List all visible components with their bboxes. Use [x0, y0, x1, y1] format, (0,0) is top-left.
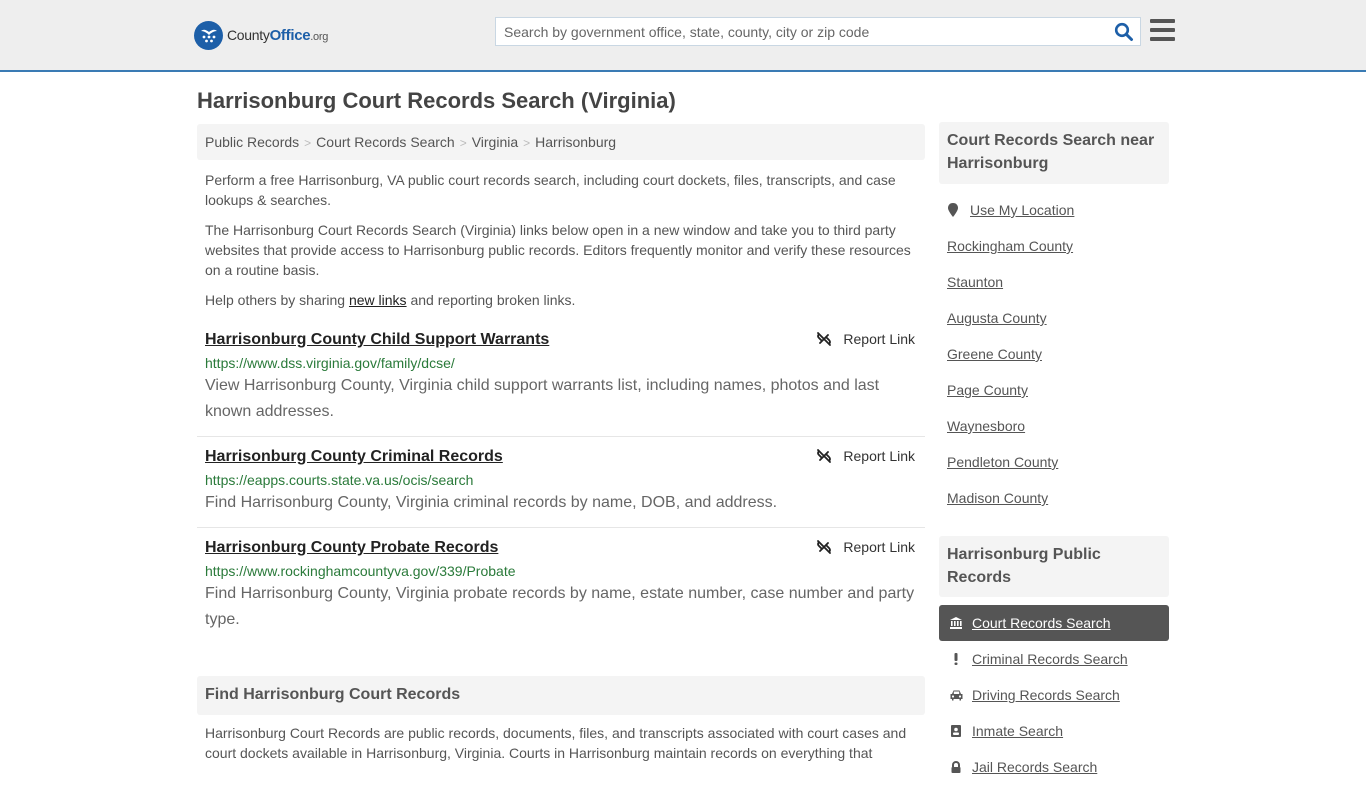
result-item: Harrisonburg County Criminal Records Rep…: [197, 448, 925, 516]
result-url: https://eapps.courts.state.va.us/ocis/se…: [205, 472, 474, 488]
intro-text: Perform a free Harrisonburg, VA public c…: [205, 170, 920, 320]
report-link-label: Report Link: [843, 448, 915, 464]
site-logo[interactable]: CountyOffice.org: [194, 20, 328, 50]
breadcrumb-court-records-search[interactable]: Court Records Search: [316, 134, 455, 150]
courthouse-icon: [948, 615, 964, 631]
logo-wordmark: CountyOffice.org: [227, 27, 328, 44]
search-button[interactable]: [1114, 22, 1134, 42]
sidebar-item-inmate-search[interactable]: Inmate Search: [939, 713, 1169, 749]
intro-paragraph-3: Help others by sharing new links and rep…: [205, 290, 920, 310]
result-description: Find Harrisonburg County, Virginia crimi…: [205, 494, 778, 511]
search-input[interactable]: [496, 18, 1106, 45]
search-box: [495, 17, 1141, 46]
breadcrumb-separator: >: [459, 136, 467, 150]
map-pin-icon: [948, 203, 958, 217]
intro-help-text-end: and reporting broken links.: [406, 292, 576, 308]
sidebar-item-label[interactable]: Court Records Search: [972, 615, 1111, 631]
result-description: View Harrisonburg County, Virginia child…: [205, 377, 880, 420]
breadcrumb-virginia[interactable]: Virginia: [472, 134, 518, 150]
new-links-link[interactable]: new links: [349, 292, 407, 308]
result-item: Harrisonburg County Probate Records Repo…: [197, 539, 925, 633]
exclamation-icon: [948, 651, 964, 667]
report-link-button[interactable]: Report Link: [816, 448, 915, 464]
sidebar-item-label[interactable]: Driving Records Search: [972, 687, 1120, 703]
find-court-records-heading: Find Harrisonburg Court Records: [197, 676, 925, 715]
search-icon: [1114, 22, 1133, 41]
nearby-heading: Court Records Search near Harrisonburg: [939, 122, 1169, 184]
id-badge-icon: [948, 723, 964, 739]
breadcrumb-harrisonburg[interactable]: Harrisonburg: [535, 134, 616, 150]
logo-office-text: Office: [269, 26, 311, 44]
broken-link-icon: [817, 449, 832, 463]
result-title-link[interactable]: Harrisonburg County Probate Records: [205, 539, 498, 557]
eagle-stars-logo-icon: [194, 20, 223, 50]
top-header: CountyOffice.org: [0, 0, 1366, 72]
page-title: Harrisonburg Court Records Search (Virgi…: [197, 88, 676, 113]
nearby-link[interactable]: Staunton: [947, 274, 1003, 290]
sidebar-item-criminal-records-search[interactable]: Criminal Records Search: [939, 641, 1169, 677]
broken-link-icon: [817, 332, 832, 346]
nearby-link[interactable]: Greene County: [947, 346, 1042, 362]
intro-paragraph-1: Perform a free Harrisonburg, VA public c…: [205, 172, 896, 208]
result-description: Find Harrisonburg County, Virginia proba…: [205, 585, 915, 628]
logo-org-text: .org: [310, 30, 329, 43]
use-my-location-link[interactable]: Use My Location: [947, 202, 1074, 218]
result-title-link[interactable]: Harrisonburg County Child Support Warran…: [205, 331, 549, 349]
result-url: https://www.dss.virginia.gov/family/dcse…: [205, 355, 455, 371]
menu-bar: [1150, 19, 1175, 23]
sidebar-item-jail-records-search[interactable]: Jail Records Search: [939, 749, 1169, 785]
result-item: Harrisonburg County Child Support Warran…: [197, 331, 925, 425]
nearby-link[interactable]: Page County: [947, 382, 1028, 398]
result-title-link[interactable]: Harrisonburg County Criminal Records: [205, 448, 503, 466]
report-link-label: Report Link: [843, 539, 915, 555]
sidebar-item-court-records-search[interactable]: Court Records Search: [939, 605, 1169, 641]
lock-icon: [948, 759, 964, 775]
logo-county-text: County: [227, 26, 270, 43]
nearby-link[interactable]: Waynesboro: [947, 418, 1025, 434]
menu-bar: [1150, 28, 1175, 32]
broken-link-icon: [817, 540, 832, 554]
report-link-label: Report Link: [843, 331, 915, 347]
nearby-link[interactable]: Augusta County: [947, 310, 1047, 326]
hamburger-menu-button[interactable]: [1150, 19, 1175, 41]
menu-bar: [1150, 37, 1175, 41]
intro-help-text: Help others by sharing: [205, 292, 349, 308]
sidebar-item-label[interactable]: Jail Records Search: [972, 759, 1097, 775]
report-link-button[interactable]: Report Link: [816, 539, 915, 555]
result-divider: [197, 436, 925, 437]
sidebar-item-label[interactable]: Criminal Records Search: [972, 651, 1128, 667]
result-url: https://www.rockinghamcountyva.gov/339/P…: [205, 563, 516, 579]
public-records-heading: Harrisonburg Public Records: [939, 536, 1169, 597]
use-my-location-label: Use My Location: [970, 202, 1075, 218]
sidebar-item-label[interactable]: Inmate Search: [972, 723, 1063, 739]
nearby-link[interactable]: Rockingham County: [947, 238, 1073, 254]
intro-paragraph-2: The Harrisonburg Court Records Search (V…: [205, 222, 911, 278]
sidebar-item-driving-records-search[interactable]: Driving Records Search: [939, 677, 1169, 713]
breadcrumb-public-records[interactable]: Public Records: [205, 134, 299, 150]
car-icon: [948, 687, 964, 703]
result-divider: [197, 527, 925, 528]
find-court-records-body: Harrisonburg Court Records are public re…: [205, 725, 907, 761]
report-link-button[interactable]: Report Link: [816, 331, 915, 347]
breadcrumb-separator: >: [523, 136, 531, 150]
nearby-link[interactable]: Madison County: [947, 490, 1048, 506]
breadcrumb: Public Records > Court Records Search > Virg…: [197, 124, 925, 160]
nearby-link[interactable]: Pendleton County: [947, 454, 1058, 470]
breadcrumb-separator: >: [304, 136, 312, 150]
